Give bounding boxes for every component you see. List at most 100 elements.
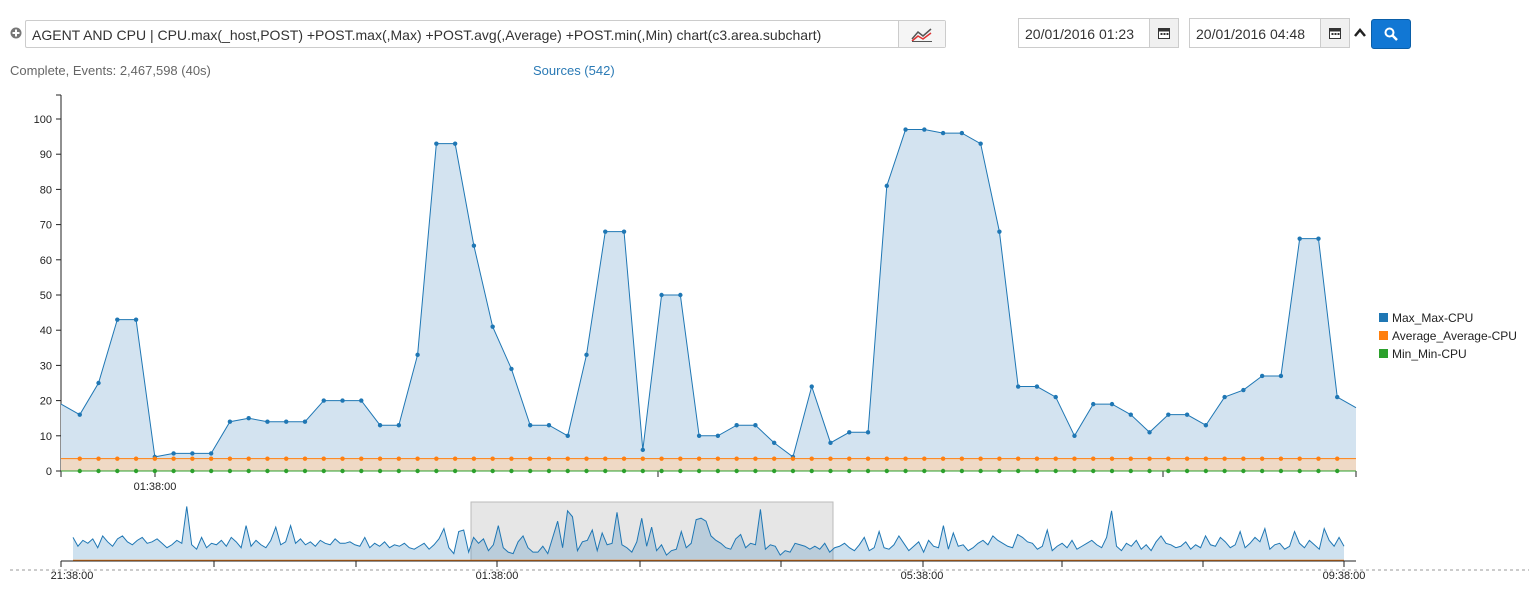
data-point (415, 352, 420, 358)
data-point (678, 468, 683, 474)
y-tick-label: 30 (40, 360, 52, 372)
data-point (1166, 456, 1171, 461)
data-point (565, 433, 570, 438)
y-tick-label: 10 (40, 431, 52, 443)
data-point (1166, 412, 1171, 417)
data-point (1259, 456, 1265, 461)
data-point (659, 468, 664, 474)
sub-chart: 21:38:00 01:38:00 05:38:00 09:38:00 (10, 501, 1529, 582)
data-point (771, 468, 777, 474)
data-point (171, 468, 176, 474)
data-point (77, 412, 82, 417)
data-point (809, 384, 814, 389)
data-point (603, 468, 608, 474)
legend-label[interactable]: Min_Min-CPU (1392, 347, 1467, 361)
data-point (621, 229, 627, 234)
data-point (884, 183, 889, 189)
data-point (734, 423, 739, 428)
data-point (133, 317, 139, 322)
data-point (1053, 456, 1058, 461)
data-point (865, 430, 871, 435)
data-point (1278, 468, 1284, 474)
data-point (227, 468, 233, 474)
data-point (1184, 468, 1190, 474)
data-point (621, 468, 627, 474)
data-point (1091, 401, 1096, 407)
data-point (1128, 456, 1133, 461)
legend-swatch[interactable] (1379, 349, 1388, 358)
data-point (1015, 468, 1021, 474)
chart-legend: Max_Max-CPU Average_Average-CPU Min_Min-CP… (1379, 311, 1517, 361)
data-point (978, 141, 983, 146)
data-point (1278, 373, 1284, 379)
legend-label[interactable]: Max_Max-CPU (1392, 311, 1473, 325)
y-tick-label: 100 (34, 114, 52, 126)
data-point (359, 468, 364, 474)
data-point (246, 468, 251, 474)
legend-swatch[interactable] (1379, 313, 1388, 322)
data-point (1034, 456, 1040, 461)
data-point (715, 433, 721, 438)
data-point (396, 468, 402, 474)
data-point (190, 456, 195, 461)
data-point (884, 456, 889, 461)
data-point (659, 292, 664, 298)
data-point (302, 468, 308, 474)
main-chart: 0 10 20 30 40 50 60 70 80 90 100 01:38:00 (34, 94, 1357, 493)
subchart-tick-label: 21:38:00 (51, 570, 94, 582)
data-point (359, 398, 364, 403)
data-point (753, 468, 758, 474)
data-point (1091, 468, 1096, 474)
data-point (603, 229, 608, 234)
data-point (1109, 401, 1115, 407)
data-point (790, 468, 796, 474)
data-point (546, 456, 552, 461)
data-point (1241, 468, 1246, 474)
data-point (377, 423, 383, 428)
data-point (847, 430, 852, 435)
data-point (809, 456, 814, 461)
data-point (190, 468, 195, 474)
data-point (940, 130, 946, 136)
data-point (133, 468, 139, 474)
data-point (115, 456, 120, 461)
data-point (715, 468, 721, 474)
data-point (321, 398, 326, 403)
data-point (1222, 394, 1227, 400)
data-point (452, 141, 458, 146)
data-point (978, 468, 983, 474)
subchart-tick-label: 05:38:00 (901, 570, 944, 582)
data-point (415, 468, 420, 474)
data-point (1109, 468, 1115, 474)
data-point (1053, 468, 1058, 474)
data-point (490, 456, 495, 461)
data-point (678, 292, 683, 298)
data-point (753, 456, 758, 461)
data-point (584, 352, 589, 358)
data-point (1297, 456, 1302, 461)
data-point (77, 456, 82, 461)
data-point (152, 456, 158, 461)
y-tick-label: 80 (40, 184, 52, 196)
data-point (753, 423, 758, 428)
data-point (903, 468, 908, 474)
legend-label[interactable]: Average_Average-CPU (1392, 329, 1517, 343)
legend-swatch[interactable] (1379, 331, 1388, 340)
data-point (621, 456, 627, 461)
data-point (528, 423, 533, 428)
data-point (246, 416, 251, 421)
data-point (265, 419, 270, 424)
data-point (828, 468, 833, 474)
data-point (115, 317, 120, 322)
data-point (734, 468, 739, 474)
data-point (265, 468, 270, 474)
x-tick-label: 01:38:00 (134, 481, 177, 493)
data-point (734, 456, 739, 461)
data-point (922, 456, 927, 461)
data-point (1335, 394, 1340, 400)
data-point (771, 456, 777, 461)
data-point (1184, 412, 1190, 417)
data-point (903, 127, 908, 132)
data-point (1128, 468, 1133, 474)
data-point (1203, 423, 1209, 428)
